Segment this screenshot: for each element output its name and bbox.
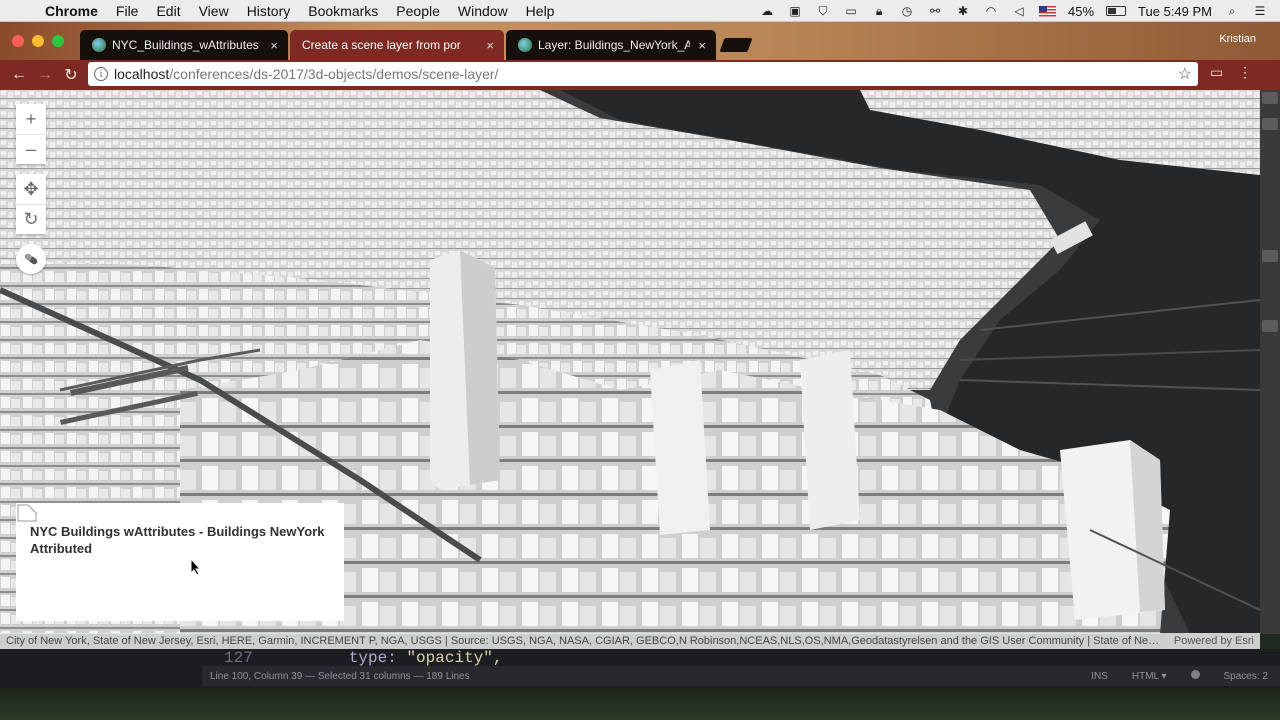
scroll-indicator: [1262, 320, 1278, 332]
us-flag-icon[interactable]: [1039, 5, 1057, 17]
tab-close-icon[interactable]: ×: [486, 38, 494, 53]
menu-bookmarks[interactable]: Bookmarks: [299, 3, 387, 19]
menu-edit[interactable]: Edit: [147, 3, 189, 19]
bluetooth-icon[interactable]: ✱: [955, 4, 971, 18]
browser-toolbar: ← → ↻ i localhost/conferences/ds-2017/3d…: [0, 60, 1280, 90]
zoom-in-button[interactable]: +: [16, 104, 46, 134]
menu-people[interactable]: People: [387, 3, 449, 19]
volume-icon[interactable]: ◁: [1011, 4, 1027, 18]
battery-icon[interactable]: [1106, 6, 1127, 16]
code-value: "opacity",: [406, 649, 503, 667]
menu-file[interactable]: File: [107, 3, 148, 19]
building-footprint-icon: [17, 504, 37, 522]
menu-window[interactable]: Window: [449, 3, 517, 19]
fullscreen-window-button[interactable]: [52, 35, 64, 47]
bookmark-star-icon[interactable]: ☆: [1178, 64, 1192, 84]
shield-icon[interactable]: ⛉: [815, 4, 831, 18]
legend-panel: NYC Buildings wAttributes - Buildings Ne…: [16, 503, 344, 621]
profile-name[interactable]: Kristian: [1219, 33, 1256, 45]
navigation-toggle: ✥ ↻: [16, 174, 46, 234]
scroll-indicator: [1262, 250, 1278, 262]
code-line: 127 type: "opacity",: [224, 649, 502, 667]
keyboard-icon[interactable]: ▣: [787, 4, 803, 18]
zoom-controls: + –: [16, 104, 46, 164]
forward-arrow-icon[interactable]: →: [32, 66, 58, 84]
url-host: localhost: [114, 66, 170, 82]
time-machine-icon[interactable]: ◷: [899, 4, 915, 18]
pan-icon[interactable]: ✥: [16, 174, 46, 204]
indentation-setting[interactable]: Spaces: 2: [1212, 671, 1280, 682]
mouse-cursor-icon: [190, 558, 202, 576]
rotate-icon[interactable]: ↻: [16, 204, 46, 234]
tab-label: Layer: Buildings_NewYork_Attr: [538, 38, 691, 52]
menu-view[interactable]: View: [190, 3, 238, 19]
editor-status-bar: Line 100, Column 39 — Selected 31 column…: [202, 666, 1280, 686]
close-window-button[interactable]: [12, 35, 24, 47]
notification-center-icon[interactable]: ☰: [1252, 4, 1268, 18]
binoculars-icon[interactable]: ⚯: [927, 4, 943, 18]
wifi-icon[interactable]: ◠: [983, 4, 999, 18]
line-number: 127: [224, 649, 253, 667]
tab-close-icon[interactable]: ×: [698, 38, 706, 53]
insert-mode[interactable]: INS: [1079, 671, 1120, 682]
zoom-out-button[interactable]: –: [16, 134, 46, 164]
tab-nyc-buildings[interactable]: NYC_Buildings_wAttributes ×: [80, 30, 288, 60]
menu-help[interactable]: Help: [517, 3, 564, 19]
scroll-indicator: [1262, 118, 1278, 130]
tab-label: NYC_Buildings_wAttributes: [112, 38, 259, 52]
address-bar[interactable]: i localhost/conferences/ds-2017/3d-objec…: [88, 62, 1198, 86]
lock-icon[interactable]: 🔒︎: [871, 4, 887, 18]
reload-icon[interactable]: ↻: [58, 65, 84, 85]
globe-favicon-icon: [518, 38, 532, 52]
menu-extras: ☁ ▣ ⛉ ▭ 🔒︎ ◷ ⚯ ✱ ◠ ◁ 45% Tue 5:49 PM ⌕ ☰: [759, 0, 1280, 22]
legend-title: NYC Buildings wAttributes - Buildings Ne…: [30, 524, 325, 556]
airplay-icon[interactable]: ▭: [843, 4, 859, 18]
new-tab-button[interactable]: [719, 38, 753, 52]
battery-percent: 45%: [1068, 3, 1095, 19]
menu-history[interactable]: History: [238, 3, 300, 19]
scene-view[interactable]: + – ✥ ↻ NYC Buildings wAttributes - Buil…: [0, 90, 1260, 634]
cloud-icon[interactable]: ☁: [759, 4, 775, 18]
compass-needle: [23, 252, 39, 266]
back-arrow-icon[interactable]: ←: [6, 66, 32, 84]
cast-icon[interactable]: ▭: [1210, 64, 1223, 81]
globe-favicon-icon: [92, 38, 106, 52]
syntax-selector[interactable]: HTML ▾: [1120, 671, 1179, 682]
desktop-wallpaper: [0, 688, 1280, 720]
menu-app-name[interactable]: Chrome: [36, 3, 107, 19]
attribution-bar: City of New York, State of New Jersey, E…: [0, 633, 1260, 649]
powered-by-esri[interactable]: Powered by Esri: [1162, 635, 1260, 647]
browser-tab-strip: NYC_Buildings_wAttributes × Create a sce…: [0, 22, 1280, 60]
tab-close-icon[interactable]: ×: [270, 38, 278, 53]
attribution-text[interactable]: City of New York, State of New Jersey, E…: [6, 635, 1162, 647]
compass-icon[interactable]: [16, 244, 46, 274]
clock[interactable]: Tue 5:49 PM: [1138, 4, 1212, 19]
info-icon[interactable]: i: [94, 67, 108, 81]
cursor-position: Line 100, Column 39 — Selected 31 column…: [210, 670, 470, 682]
scroll-indicator: [1262, 92, 1278, 104]
status-dot-icon[interactable]: [1179, 670, 1212, 682]
tab-label: Create a scene layer from por: [302, 38, 461, 52]
tab-create-scene-layer[interactable]: Create a scene layer from por ×: [290, 30, 504, 60]
tab-layer-buildings[interactable]: Layer: Buildings_NewYork_Attr ×: [506, 30, 716, 60]
chrome-menu-icon[interactable]: ⋮: [1238, 64, 1252, 81]
macos-menu-bar: Chrome File Edit View History Bookmarks …: [0, 0, 1280, 22]
minimize-window-button[interactable]: [32, 35, 44, 47]
code-key: type:: [348, 649, 397, 667]
scrollbar[interactable]: [1260, 90, 1280, 634]
url-path: /conferences/ds-2017/3d-objects/demos/sc…: [169, 66, 499, 82]
spotlight-search-icon[interactable]: ⌕: [1224, 4, 1240, 18]
